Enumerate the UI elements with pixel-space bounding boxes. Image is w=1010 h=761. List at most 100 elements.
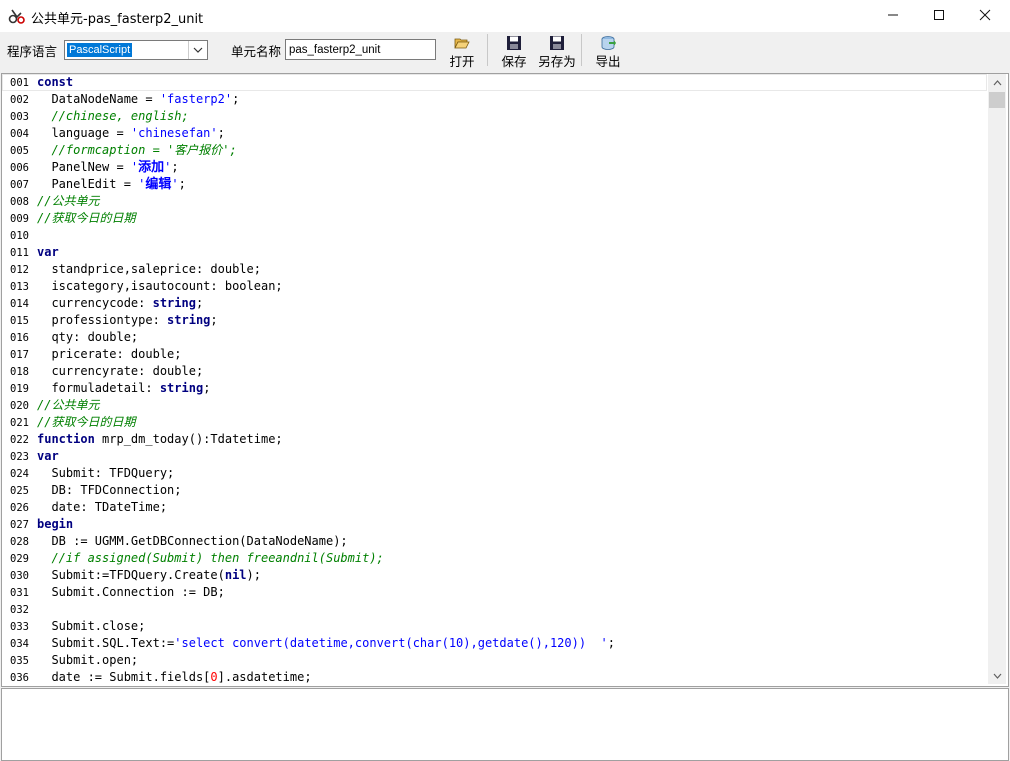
code-line[interactable]: 005 //formcaption = '客户报价';	[2, 142, 987, 159]
folder-open-icon	[454, 38, 470, 49]
title-bar: 公共单元-pas_fasterp2_unit	[0, 0, 1010, 32]
vertical-scrollbar[interactable]	[988, 74, 1006, 684]
line-number: 006	[10, 162, 29, 174]
scroll-up-icon[interactable]	[988, 74, 1006, 91]
line-number: 020	[10, 400, 29, 412]
code-token: standprice,saleprice: double;	[37, 262, 261, 276]
code-token: var	[37, 245, 59, 259]
code-line[interactable]: 032	[2, 601, 987, 618]
code-token: DB: TFDConnection;	[37, 483, 182, 497]
code-token: ;	[607, 636, 615, 650]
line-number: 018	[10, 366, 29, 378]
code-line[interactable]: 028 DB := UGMM.GetDBConnection(DataNodeN…	[2, 533, 987, 550]
line-number: 005	[10, 145, 29, 157]
save-button[interactable]: 保存	[495, 34, 533, 70]
line-number: 008	[10, 196, 29, 208]
scroll-down-icon[interactable]	[988, 667, 1006, 684]
line-number: 019	[10, 383, 29, 395]
code-token: ;	[178, 177, 186, 191]
line-number: 013	[10, 281, 29, 293]
code-token: DB := UGMM.GetDBConnection(DataNodeName)…	[37, 534, 348, 548]
toolbar: 程序语言 PascalScript 单元名称 打开 保存 另存为	[0, 32, 1010, 72]
code-line[interactable]: 029 //if assigned(Submit) then freeandni…	[2, 550, 987, 567]
code-token: 编辑	[145, 177, 172, 192]
code-line[interactable]: 007 PanelEdit = '编辑';	[2, 176, 987, 193]
code-editor[interactable]: 001 const 002 DataNodeName = 'fasterp2'; 00…	[1, 73, 1009, 687]
line-number: 004	[10, 128, 29, 140]
code-line[interactable]: 010	[2, 227, 987, 244]
export-button[interactable]: 导出	[589, 34, 627, 70]
line-number: 024	[10, 468, 29, 480]
code-token: iscategory,isautocount: boolean;	[37, 279, 283, 293]
code-token: function	[37, 432, 95, 446]
code-line[interactable]: 011 var	[2, 244, 987, 261]
line-number: 028	[10, 536, 29, 548]
code-line[interactable]: 023 var	[2, 448, 987, 465]
code-token: nil	[224, 568, 247, 582]
code-line[interactable]: 016 qty: double;	[2, 329, 987, 346]
code-line[interactable]: 017 pricerate: double;	[2, 346, 987, 363]
output-panel[interactable]	[1, 688, 1009, 761]
code-line[interactable]: 025 DB: TFDConnection;	[2, 482, 987, 499]
code-token: Submit: TFDQuery;	[37, 466, 175, 480]
code-token: //formcaption = '客户报价';	[37, 143, 237, 157]
scrollbar-thumb[interactable]	[989, 92, 1005, 108]
code-line[interactable]: 030 Submit:=TFDQuery.Create(nil);	[2, 567, 987, 584]
code-line[interactable]: 004 language = 'chinesefan';	[2, 125, 987, 142]
maximize-button[interactable]	[916, 0, 962, 30]
code-line[interactable]: 021 //获取今日的日期	[2, 414, 987, 431]
line-number: 027	[10, 519, 29, 531]
code-line[interactable]: 012 standprice,saleprice: double;	[2, 261, 987, 278]
code-line[interactable]: 036 date := Submit.fields[0].asdatetime;	[2, 669, 987, 686]
code-token: PanelNew =	[37, 160, 131, 174]
language-selected-value: PascalScript	[67, 43, 133, 57]
code-line[interactable]: 034 Submit.SQL.Text:='select convert(dat…	[2, 635, 987, 652]
line-number: 033	[10, 621, 29, 633]
chevron-down-icon[interactable]	[188, 41, 207, 59]
code-line[interactable]: 013 iscategory,isautocount: boolean;	[2, 278, 987, 295]
code-line[interactable]: 035 Submit.open;	[2, 652, 987, 669]
save-as-button[interactable]: 另存为	[537, 34, 577, 70]
close-button[interactable]	[962, 0, 1008, 30]
code-line[interactable]: 024 Submit: TFDQuery;	[2, 465, 987, 482]
line-number: 030	[10, 570, 29, 582]
code-token: var	[37, 449, 59, 463]
code-token: //获取今日的日期	[37, 415, 136, 429]
code-line[interactable]: 026 date: TDateTime;	[2, 499, 987, 516]
code-line[interactable]: 019 formuladetail: string;	[2, 380, 987, 397]
code-line[interactable]: 001 const	[2, 74, 987, 91]
minimize-button[interactable]	[870, 0, 916, 30]
code-line[interactable]: 006 PanelNew = '添加';	[2, 159, 987, 176]
toolbar-separator	[581, 34, 582, 66]
code-line[interactable]: 027 begin	[2, 516, 987, 533]
window-title: 公共单元-pas_fasterp2_unit	[31, 12, 204, 27]
code-line[interactable]: 033 Submit.close;	[2, 618, 987, 635]
open-button[interactable]: 打开	[443, 34, 481, 70]
code-token: string	[167, 313, 211, 327]
code-line[interactable]: 009 //获取今日的日期	[2, 210, 987, 227]
code-line[interactable]: 015 professiontype: string;	[2, 312, 987, 329]
code-token: ;	[203, 381, 211, 395]
code-token: DataNodeName =	[37, 92, 160, 106]
code-line[interactable]: 020 //公共单元	[2, 397, 987, 414]
unit-name-input[interactable]	[285, 39, 436, 60]
language-label: 程序语言	[7, 44, 58, 59]
code-line[interactable]: 031 Submit.Connection := DB;	[2, 584, 987, 601]
code-line[interactable]: 014 currencycode: string;	[2, 295, 987, 312]
code-token: Submit:=TFDQuery.Create(	[37, 568, 225, 582]
code-token: formuladetail:	[37, 381, 160, 395]
code-token: begin	[37, 517, 74, 531]
code-line[interactable]: 018 currencyrate: double;	[2, 363, 987, 380]
language-select[interactable]: PascalScript	[64, 40, 208, 60]
code-token: //chinese, english;	[37, 109, 189, 123]
code-token: Submit.close;	[37, 619, 146, 633]
code-line[interactable]: 003 //chinese, english;	[2, 108, 987, 125]
line-number: 001	[10, 77, 29, 89]
minimize-icon	[888, 14, 898, 16]
code-line[interactable]: 008 //公共单元	[2, 193, 987, 210]
line-number: 011	[10, 247, 29, 259]
line-number: 003	[10, 111, 29, 123]
code-line[interactable]: 002 DataNodeName = 'fasterp2';	[2, 91, 987, 108]
line-number: 016	[10, 332, 29, 344]
code-line[interactable]: 022 function mrp_dm_today():Tdatetime;	[2, 431, 987, 448]
